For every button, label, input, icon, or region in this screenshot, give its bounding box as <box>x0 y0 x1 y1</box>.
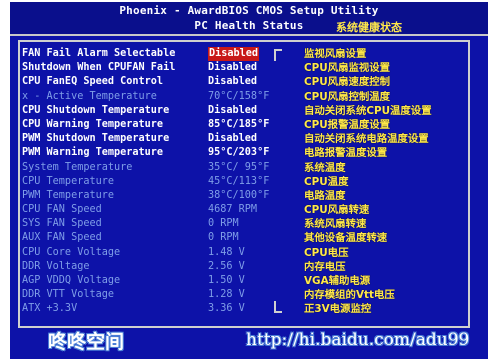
setting-label: PWM Temperature <box>22 189 115 201</box>
setting-value: 35°C/ 95°F <box>208 161 270 173</box>
setting-label: SYS FAN Speed <box>22 218 102 230</box>
watermark-url: http://hi.baidu.com/adu99 <box>246 330 470 350</box>
setting-value: 1.48 V <box>208 246 245 258</box>
setting-row: DDR VTT Voltage 1.28 V 内存模组的Vtt电压 <box>22 288 482 302</box>
setting-description: VGA辅助电源 <box>304 275 371 287</box>
setting-label: CPU Core Voltage <box>22 246 121 258</box>
setting-row: AUX FAN Speed 0 RPM 其他设备温度转速 <box>22 231 482 245</box>
setting-label: CPU FAN Speed <box>22 204 102 216</box>
setting-description: 系统温度 <box>304 161 346 174</box>
setting-row[interactable]: FAN Fail Alarm Selectable Disabled 监视风扇设置 <box>22 47 482 62</box>
setting-value[interactable]: 85°C/185°F <box>208 118 269 132</box>
setting-row: System Temperature 35°C/ 95°F 系统温度 <box>22 161 482 175</box>
setting-description: CPU电压 <box>304 246 349 259</box>
setting-description: CPU报警温度设置 <box>304 118 391 131</box>
setting-row: SYS FAN Speed 0 RPM 系统风扇转速 <box>22 217 482 231</box>
setting-row: ATX +3.3V 3.36 V 正3V电源监控 <box>22 302 482 316</box>
setting-value[interactable]: Disabled <box>208 61 257 75</box>
setting-row: PWM Temperature 38°C/100°F 电路温度 <box>22 189 482 203</box>
setting-label: CPU Temperature <box>22 175 115 187</box>
setting-row[interactable]: CPU Warning Temperature 85°C/185°F CPU报警温度… <box>22 118 482 132</box>
setting-value[interactable]: Disabled <box>208 132 257 146</box>
setting-description: 正3V电源监控 <box>304 303 372 316</box>
setting-row[interactable]: PWM Warning Temperature 95°C/203°F 电路报警温度设… <box>22 146 482 160</box>
setting-row[interactable]: CPU FanEQ Speed Control Disabled CPU风扇速度控制 <box>22 75 482 89</box>
watermark-logo: 咚咚空间 <box>48 331 125 353</box>
setting-description: 电路报警温度设置 <box>304 147 388 160</box>
settings-list: FAN Fail Alarm Selectable Disabled 监视风扇设置 S… <box>22 47 482 317</box>
setting-label: CPU Shutdown Temperature <box>22 104 170 116</box>
setting-label: ATX +3.3V <box>22 303 78 315</box>
setting-description: CPU风扇转速 <box>304 204 370 217</box>
setting-value: 1.50 V <box>208 275 245 286</box>
page-title: PC Health Status <box>194 19 304 32</box>
setting-label: AGP VDDQ Voltage <box>22 275 121 286</box>
setting-description: 自动关闭系统CPU温度设置 <box>304 104 432 117</box>
setting-description: CPU风扇控制温度 <box>304 90 391 103</box>
setting-label: PWM Shutdown Temperature <box>22 133 170 145</box>
setting-label: Shutdown When CPUFAN Fail <box>22 62 176 74</box>
setting-label: DDR Voltage <box>22 260 90 272</box>
setting-row: DDR Voltage 2.56 V 内存电压 <box>22 260 482 274</box>
setting-value[interactable]: 95°C/203°F <box>208 146 269 160</box>
setting-description: CPU温度 <box>304 175 349 188</box>
setting-value[interactable]: Disabled <box>208 47 260 62</box>
setting-value: 45°C/113°F <box>208 175 270 187</box>
setting-description: 自动关闭系统电路温度设置 <box>304 133 429 146</box>
setting-value: 0 RPM <box>208 218 239 230</box>
setting-row: AGP VDDQ Voltage 1.50 V VGA辅助电源 <box>22 274 482 288</box>
setting-label: PWM Warning Temperature <box>22 147 164 159</box>
setting-description: 内存模组的Vtt电压 <box>304 289 395 302</box>
setting-value[interactable]: Disabled <box>208 104 257 118</box>
setting-row: CPU Temperature 45°C/113°F CPU温度 <box>22 175 482 189</box>
setting-description: 内存电压 <box>304 260 346 273</box>
setting-description: 监视风扇设置 <box>304 48 367 60</box>
setting-description: CPU风扇速度控制 <box>304 76 391 89</box>
title-bar: Phoenix - AwardBIOS CMOS Setup Utility P… <box>10 2 488 36</box>
setting-label: DDR VTT Voltage <box>22 289 115 301</box>
setting-value[interactable]: Disabled <box>208 75 257 89</box>
setting-label: AUX FAN Speed <box>22 232 102 244</box>
page-title-cn: 系统健康状态 <box>336 21 402 34</box>
setting-value: 3.36 V <box>208 303 245 315</box>
setting-label: CPU Warning Temperature <box>22 118 164 130</box>
setting-value: 70°C/158°F <box>208 90 270 102</box>
setting-value: 38°C/100°F <box>208 189 270 201</box>
setting-value: 0 RPM <box>208 232 239 244</box>
utility-title: Phoenix - AwardBIOS CMOS Setup Utility <box>119 4 379 17</box>
setting-description: 电路温度 <box>304 189 346 202</box>
setting-description: CPU风扇监视设置 <box>304 62 391 75</box>
setting-row[interactable]: PWM Shutdown Temperature Disabled 自动关闭系统电路… <box>22 132 482 146</box>
setting-label: CPU FanEQ Speed Control <box>22 76 164 88</box>
setting-label: x - Active Temperature <box>22 90 157 102</box>
setting-value: 1.28 V <box>208 289 245 301</box>
setting-value: 4687 RPM <box>208 204 258 216</box>
setting-value: 2.56 V <box>208 260 245 272</box>
setting-row: CPU FAN Speed 4687 RPM CPU风扇转速 <box>22 203 482 217</box>
setting-label: System Temperature <box>22 161 133 173</box>
setting-description: 其他设备温度转速 <box>304 232 388 245</box>
setting-description: 系统风扇转速 <box>304 218 367 231</box>
setting-row[interactable]: CPU Shutdown Temperature Disabled 自动关闭系统CP… <box>22 104 482 118</box>
setting-row: CPU Core Voltage 1.48 V CPU电压 <box>22 246 482 260</box>
setting-row: x - Active Temperature 70°C/158°F CPU风扇控制温… <box>22 90 482 104</box>
setting-row[interactable]: Shutdown When CPUFAN Fail Disabled CPU风扇监视… <box>22 61 482 75</box>
setting-label: FAN Fail Alarm Selectable <box>22 48 176 59</box>
